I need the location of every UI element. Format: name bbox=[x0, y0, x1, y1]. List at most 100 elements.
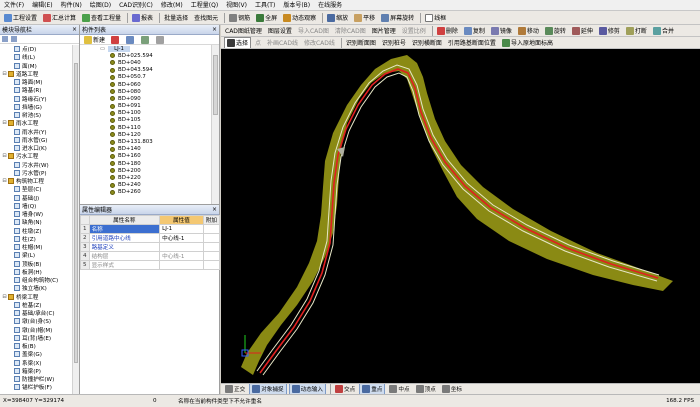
nav-item[interactable]: 盖梁(G) bbox=[0, 350, 73, 358]
component-item[interactable]: BD+040 bbox=[80, 59, 211, 66]
recognize-sections-button[interactable]: 识别断面图 bbox=[344, 37, 378, 48]
filter-button[interactable] bbox=[154, 34, 167, 46]
nav-scrollbar[interactable] bbox=[72, 45, 79, 394]
copy-component-button[interactable] bbox=[124, 34, 137, 46]
scroll-thumb[interactable] bbox=[213, 55, 218, 115]
nav-group[interactable]: ⊟ 雨水工程 bbox=[0, 119, 73, 127]
zoom-button[interactable]: 缩放 bbox=[325, 12, 350, 24]
sort-button[interactable] bbox=[139, 34, 152, 46]
screen-rotate-button[interactable]: 屏幕旋转 bbox=[379, 12, 416, 24]
collapse-toggle-icon[interactable]: ⊟ bbox=[2, 294, 7, 300]
menu-component[interactable]: 构件(N) bbox=[57, 0, 86, 11]
merge-button[interactable]: 合并 bbox=[651, 25, 676, 36]
component-root[interactable]: ▭ LJ-1 bbox=[80, 45, 211, 52]
ref-road-button[interactable]: 引用路基断面位置 bbox=[446, 37, 498, 48]
picture-manage-button[interactable]: 图片管理 bbox=[370, 25, 398, 36]
nav-item[interactable]: 组合构筑物(C) bbox=[0, 276, 73, 284]
nav-item[interactable]: 污水管(P) bbox=[0, 169, 73, 177]
batch-select-button[interactable]: 批量选择 bbox=[162, 12, 190, 24]
midpoint-snap[interactable]: 中点 bbox=[387, 384, 411, 394]
find-element-button[interactable]: 查找图元 bbox=[192, 12, 220, 24]
nav-item[interactable]: 缺角(N) bbox=[0, 218, 73, 226]
mirror-button[interactable]: 镜像 bbox=[489, 25, 514, 36]
roadbed-area[interactable] bbox=[241, 55, 673, 375]
component-item[interactable]: BD+025.594 bbox=[80, 52, 211, 59]
property-row[interactable]: 5 显示样式 bbox=[80, 260, 221, 270]
property-value[interactable] bbox=[159, 242, 204, 252]
component-item[interactable]: BD+140 bbox=[80, 146, 211, 153]
new-component-button[interactable]: 新建 bbox=[82, 34, 107, 46]
component-item[interactable]: BD+200 bbox=[80, 167, 211, 174]
component-item[interactable]: BD+120 bbox=[80, 131, 211, 138]
property-value[interactable]: 中心线-1 bbox=[159, 251, 204, 261]
nav-item[interactable]: 锚栏护板(F) bbox=[0, 383, 73, 391]
recognize-piles-button[interactable]: 识别桩号 bbox=[380, 37, 408, 48]
property-row[interactable]: 4 结构层 中心线-1 bbox=[80, 251, 221, 261]
property-row[interactable]: 2 引用道路中心线 中心线-1 bbox=[80, 233, 221, 243]
collapse-toggle-icon[interactable]: ⊟ bbox=[2, 120, 7, 126]
menu-quantity[interactable]: 工程量(Q) bbox=[187, 0, 222, 11]
collapse-toggle-icon[interactable]: ⊟ bbox=[2, 153, 7, 159]
property-value[interactable]: 中心线-1 bbox=[159, 233, 204, 243]
nav-item[interactable]: 顶板(B) bbox=[0, 260, 73, 268]
nav-item[interactable]: 垫层(C) bbox=[0, 185, 73, 193]
component-item[interactable]: BD+080 bbox=[80, 88, 211, 95]
intersection-snap[interactable]: 交点 bbox=[333, 384, 357, 394]
nav-item[interactable]: 耳(背)墙(E) bbox=[0, 334, 73, 342]
nav-group[interactable]: ⊟ 桥梁工程 bbox=[0, 293, 73, 301]
component-item[interactable]: BD+050.7 bbox=[80, 74, 211, 81]
nav-item[interactable]: 路基(R) bbox=[0, 86, 73, 94]
nav-item[interactable]: 板洞(H) bbox=[0, 268, 73, 276]
property-row[interactable]: 1 名称 LJ-1 bbox=[80, 224, 221, 234]
rotate-button[interactable]: 旋转 bbox=[543, 25, 568, 36]
nav-item[interactable]: 雨水井(Y) bbox=[0, 128, 73, 136]
nav-item[interactable]: 独立墙(K) bbox=[0, 284, 73, 292]
extend-button[interactable]: 延伸 bbox=[570, 25, 595, 36]
component-item[interactable]: BD+220 bbox=[80, 174, 211, 181]
nav-item[interactable]: 柱帽(M) bbox=[0, 243, 73, 251]
calc-all-button[interactable]: 汇总计算 bbox=[41, 12, 78, 24]
ortho-toggle[interactable]: 正交 bbox=[223, 384, 247, 394]
property-value[interactable] bbox=[159, 260, 204, 270]
extract-cad-button[interactable]: 补画CAD线 bbox=[265, 37, 300, 48]
close-icon[interactable]: × bbox=[72, 26, 77, 33]
menu-tools[interactable]: 工具(T) bbox=[251, 0, 279, 11]
nav-item[interactable]: 桩基(Z) bbox=[0, 301, 73, 309]
delete-component-button[interactable] bbox=[109, 34, 122, 46]
road-centerline[interactable] bbox=[259, 68, 659, 374]
object-snap-toggle[interactable]: 对象捕捉 bbox=[249, 384, 287, 394]
nav-item[interactable]: 系梁(X) bbox=[0, 359, 73, 367]
menu-modify[interactable]: 修改(M) bbox=[157, 0, 187, 11]
nav-item[interactable]: 墙(Q) bbox=[0, 202, 73, 210]
nav-item[interactable]: 面(M) bbox=[0, 62, 73, 70]
vertex-snap[interactable]: 顶点 bbox=[414, 384, 438, 394]
nav-item[interactable]: 雨水管(G) bbox=[0, 136, 73, 144]
component-item[interactable]: BD+090 bbox=[80, 95, 211, 102]
component-item[interactable]: BD+240 bbox=[80, 182, 211, 189]
menu-view[interactable]: 视图(V) bbox=[222, 0, 251, 11]
clear-cad-button[interactable]: 清除CAD图 bbox=[333, 25, 368, 36]
menu-edit[interactable]: 编辑(E) bbox=[28, 0, 56, 11]
copy-button[interactable]: 复制 bbox=[462, 25, 487, 36]
nav-item[interactable]: 污水井(W) bbox=[0, 161, 73, 169]
layer-settings-button[interactable]: 图层设置 bbox=[266, 25, 294, 36]
component-item[interactable]: BD+060 bbox=[80, 81, 211, 88]
recognize-cross-button[interactable]: 识别横断面 bbox=[410, 37, 444, 48]
rebar-dropdown[interactable]: 钢筋 bbox=[227, 12, 252, 24]
wireframe-toggle[interactable]: 线框 bbox=[423, 12, 448, 24]
import-cad-button[interactable]: 导入CAD图 bbox=[296, 25, 331, 36]
select-button[interactable]: 选择 bbox=[224, 37, 252, 48]
expand-icon[interactable] bbox=[2, 36, 8, 42]
nav-item[interactable]: 路面(M) bbox=[0, 78, 73, 86]
nav-item[interactable]: 点(D) bbox=[0, 45, 73, 53]
property-value[interactable]: LJ-1 bbox=[159, 224, 204, 234]
menu-file[interactable]: 文件(F) bbox=[0, 0, 28, 11]
midpoint-toggle[interactable]: 重点 bbox=[359, 384, 386, 394]
drawing-canvas[interactable] bbox=[221, 49, 700, 383]
nav-item[interactable]: 树池(S) bbox=[0, 111, 73, 119]
menu-draw[interactable]: 绘图(D) bbox=[86, 0, 115, 11]
collapse-toggle-icon[interactable]: ⊟ bbox=[2, 178, 7, 184]
trim-button[interactable]: 修剪 bbox=[597, 25, 622, 36]
nav-item[interactable]: 柱(Z) bbox=[0, 235, 73, 243]
close-icon[interactable]: × bbox=[212, 26, 217, 33]
